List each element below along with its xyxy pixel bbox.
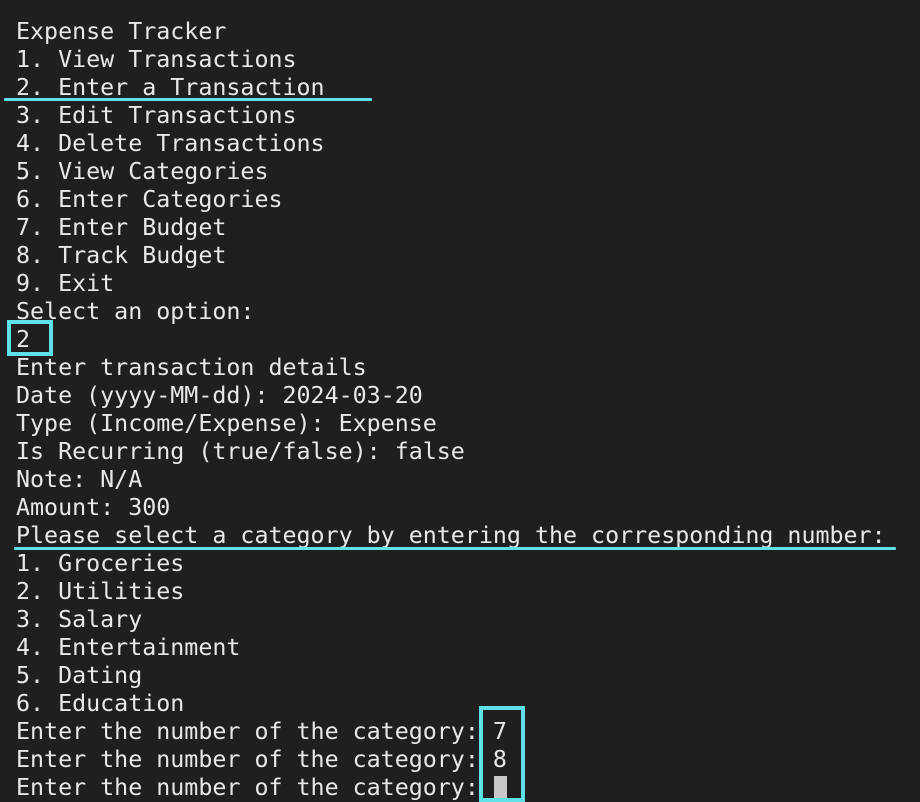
select-option-prompt: Select an option:	[16, 298, 255, 325]
category-number-entry-1: Enter the number of the category: 7	[16, 718, 507, 745]
category-item-groceries: 1. Groceries	[16, 550, 185, 577]
menu-option-view-categories: 5. View Categories	[16, 158, 269, 185]
underline-enter-transaction-annotation	[4, 98, 372, 101]
category-number-entry-2: Enter the number of the category: 8	[16, 746, 507, 773]
transaction-details-heading: Enter transaction details	[16, 354, 367, 381]
highlight-box-selected-option-annotation	[7, 320, 53, 356]
terminal-window[interactable]: Expense Tracker 1. View Transactions 2. …	[0, 0, 920, 802]
menu-option-enter-categories: 6. Enter Categories	[16, 186, 283, 213]
category-number-prompt: Enter the number of the category:	[16, 774, 493, 801]
type-field-line: Type (Income/Expense): Expense	[16, 410, 437, 437]
recurring-field-line: Is Recurring (true/false): false	[16, 438, 465, 465]
menu-option-track-budget: 8. Track Budget	[16, 242, 227, 269]
menu-option-enter-budget: 7. Enter Budget	[16, 214, 227, 241]
category-item-education: 6. Education	[16, 690, 185, 717]
category-item-utilities: 2. Utilities	[16, 578, 185, 605]
category-number-entry-3[interactable]: Enter the number of the category:	[16, 774, 900, 802]
highlight-box-category-entries-annotation	[479, 706, 525, 802]
category-item-entertainment: 4. Entertainment	[16, 634, 241, 661]
app-title-line: Expense Tracker	[16, 18, 227, 45]
terminal-output: Expense Tracker 1. View Transactions 2. …	[16, 18, 900, 802]
selected-option-input: 2	[16, 326, 31, 353]
date-field-line: Date (yyyy-MM-dd): 2024-03-20	[16, 382, 423, 409]
menu-option-delete-transactions: 4. Delete Transactions	[16, 130, 325, 157]
menu-option-view-transactions: 1. View Transactions	[16, 46, 297, 73]
menu-option-exit: 9. Exit	[16, 270, 115, 297]
underline-category-prompt-annotation	[14, 547, 896, 550]
menu-option-edit-transactions: 3. Edit Transactions	[16, 102, 297, 129]
category-item-salary: 3. Salary	[16, 606, 143, 633]
category-select-prompt: Please select a category by entering the…	[16, 522, 900, 549]
note-field-line: Note: N/A	[16, 466, 143, 493]
category-item-dating: 5. Dating	[16, 662, 143, 689]
amount-field-line: Amount: 300	[16, 494, 171, 521]
